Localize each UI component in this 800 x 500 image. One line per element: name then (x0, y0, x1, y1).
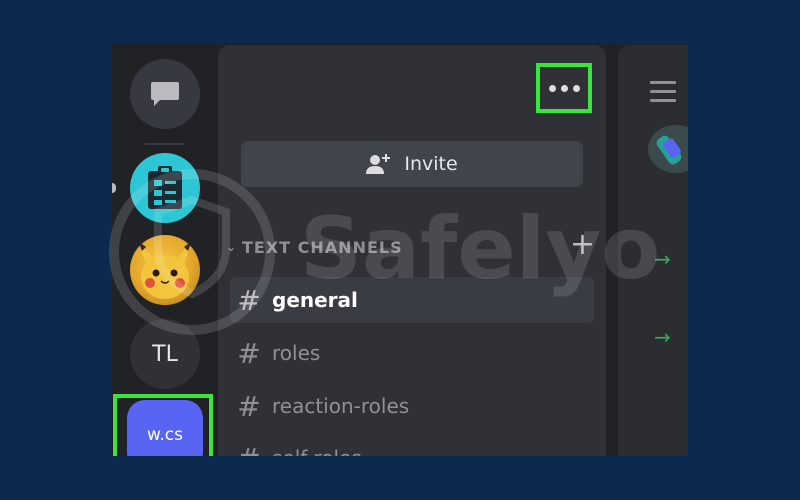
ellipsis-icon (572, 84, 580, 92)
server-pikachu[interactable] (130, 235, 200, 305)
invite-button[interactable]: Invite (241, 141, 583, 187)
hash-icon: # (237, 336, 261, 370)
chat-bubble-icon (151, 82, 179, 106)
hash-icon: # (237, 283, 261, 317)
add-person-icon (366, 154, 391, 174)
server-wcs[interactable]: w.cs (127, 400, 203, 456)
ellipsis-icon (548, 84, 556, 92)
channel-reaction-roles[interactable]: # reaction-roles (230, 383, 594, 429)
chevron-down-icon: ⌄ (226, 240, 238, 254)
member-panel: → → (618, 45, 688, 456)
pikachu-avatar (138, 241, 192, 299)
server-clipboard[interactable] (130, 153, 200, 223)
arrow-right-icon: → (654, 325, 671, 349)
channel-self-roles[interactable]: # self-roles (230, 435, 594, 457)
member-avatar[interactable] (648, 125, 688, 173)
hash-icon: # (237, 389, 261, 423)
invite-label: Invite (404, 153, 458, 175)
text-channels-category[interactable]: ⌄ TEXT CHANNELS + (226, 227, 596, 262)
direct-messages-button[interactable] (130, 59, 200, 129)
hash-icon: # (230, 442, 268, 457)
channel-general[interactable]: # general (230, 277, 594, 323)
server-wcs-label: w.cs (147, 425, 183, 445)
arrow-right-icon: → (654, 247, 671, 271)
server-rail: TL w.cs (112, 43, 216, 456)
channel-roles[interactable]: # roles (230, 330, 594, 376)
clipboard-icon (148, 166, 182, 209)
more-options-button[interactable] (536, 63, 592, 113)
plus-icon[interactable]: + (570, 227, 596, 262)
category-label: TEXT CHANNELS (242, 237, 403, 257)
channel-name: reaction-roles (272, 394, 410, 418)
hamburger-icon[interactable] (650, 81, 676, 108)
channel-name: roles (272, 341, 321, 365)
channel-name: self-roles (272, 446, 362, 456)
server-tl[interactable]: TL (130, 319, 200, 389)
unread-indicator (112, 183, 116, 193)
discord-app: TL w.cs Invite ⌄ TEXT CHANNELS + # gener… (112, 43, 688, 456)
channel-panel: Invite ⌄ TEXT CHANNELS + # general # rol… (218, 45, 606, 456)
channel-name: general (272, 288, 358, 312)
ellipsis-icon (560, 84, 568, 92)
rail-separator (145, 143, 185, 145)
server-tl-label: TL (152, 341, 178, 367)
